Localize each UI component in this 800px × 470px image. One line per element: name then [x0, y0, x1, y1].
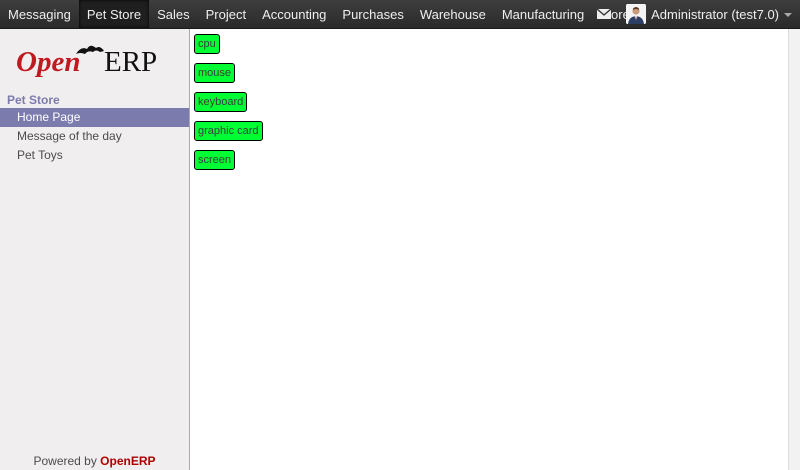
powered-by-text: Powered by [33, 454, 101, 468]
topmenu-accounting[interactable]: Accounting [254, 0, 334, 28]
logo-text-open: Open [16, 46, 80, 78]
envelope-icon[interactable] [588, 0, 620, 28]
topmenu-project[interactable]: Project [198, 0, 254, 28]
tag-mouse[interactable]: mouse [194, 63, 236, 83]
left-sidebar: Open ERP Pet Store Home Page Message of … [0, 29, 190, 470]
powered-by-footer: Powered by OpenERP [0, 454, 189, 468]
topmenu-warehouse[interactable]: Warehouse [412, 0, 494, 28]
tag-cpu[interactable]: cpu [194, 34, 220, 54]
tag-keyboard[interactable]: keyboard [194, 92, 248, 112]
sidebar-section-title: Pet Store [7, 93, 60, 107]
sidebar-item-message-of-the-day[interactable]: Message of the day [0, 127, 189, 146]
tag-screen[interactable]: screen [194, 150, 236, 170]
openerp-link[interactable]: OpenERP [100, 454, 155, 468]
topmenu-purchases[interactable]: Purchases [334, 0, 411, 28]
tag-graphic-card[interactable]: graphic card [194, 121, 263, 141]
openerp-logo[interactable]: Open ERP [16, 43, 206, 83]
user-menu-button[interactable]: Administrator (test7.0) [620, 0, 800, 28]
topmenu-messaging[interactable]: Messaging [0, 0, 79, 28]
top-menu: Messaging Pet Store Sales Project Accoun… [0, 0, 651, 28]
top-right-area: Administrator (test7.0) [588, 0, 800, 28]
vertical-scrollbar[interactable] [788, 29, 800, 470]
sidebar-item-home-page[interactable]: Home Page [0, 108, 189, 127]
user-name: Administrator (test7.0) [651, 6, 779, 22]
topmenu-manufacturing[interactable]: Manufacturing [494, 0, 592, 28]
main-content: cpu mouse keyboard graphic card screen [190, 29, 788, 470]
sidebar-menu: Home Page Message of the day Pet Toys [0, 108, 189, 165]
topmenu-sales[interactable]: Sales [149, 0, 198, 28]
logo-text-erp: ERP [104, 46, 157, 78]
caret-down-icon [784, 12, 792, 17]
sidebar-item-pet-toys[interactable]: Pet Toys [0, 146, 189, 165]
top-navigation-bar: Messaging Pet Store Sales Project Accoun… [0, 0, 800, 29]
avatar [626, 4, 647, 24]
openerp-logo-image: Open ERP [16, 45, 157, 78]
topmenu-pet-store[interactable]: Pet Store [78, 0, 150, 28]
